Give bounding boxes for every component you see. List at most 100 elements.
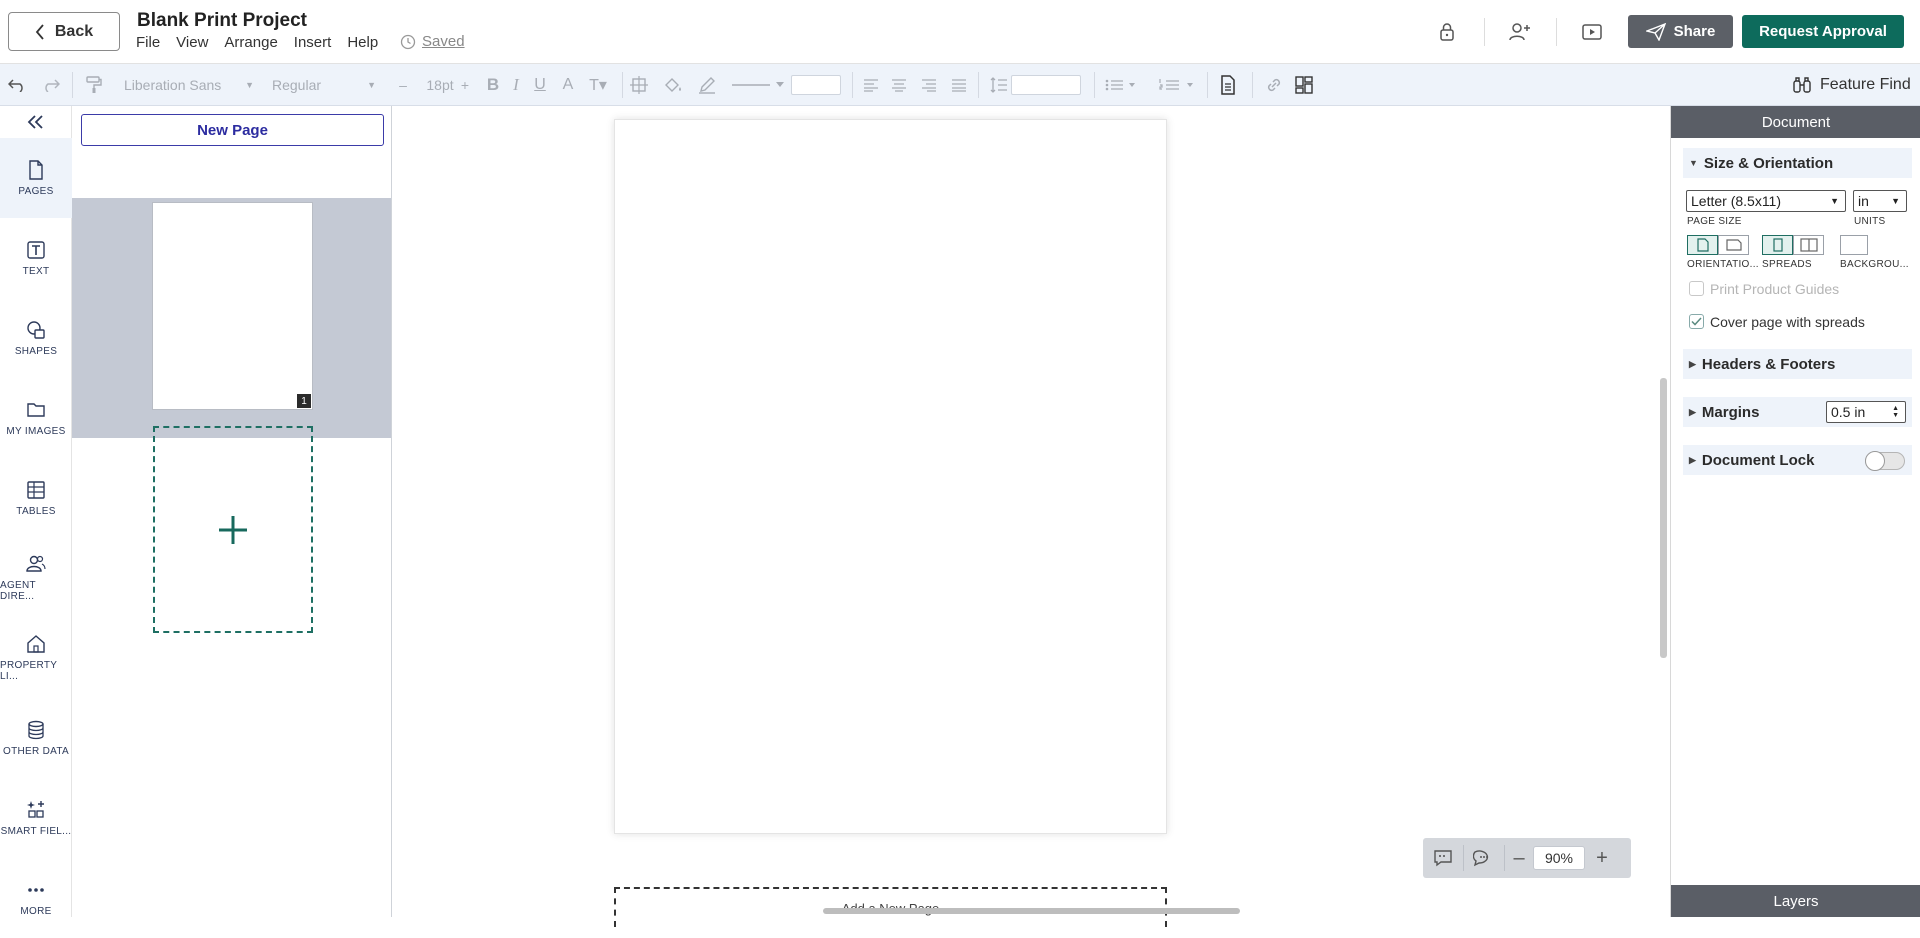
- font-size-decrease-button[interactable]: –: [396, 64, 410, 106]
- rail-item-more[interactable]: MORE: [0, 858, 72, 938]
- page-size-select[interactable]: Letter (8.5x11) ▼: [1686, 190, 1846, 212]
- page-size-label: PAGE SIZE: [1687, 216, 1742, 227]
- fill-color-icon[interactable]: [662, 64, 684, 106]
- zoom-out-button[interactable]: –: [1505, 838, 1533, 878]
- zoom-in-button[interactable]: +: [1585, 838, 1619, 878]
- stroke-color-icon[interactable]: [696, 64, 718, 106]
- font-family-select[interactable]: Liberation Sans ▼: [124, 64, 254, 106]
- layers-panel-tab[interactable]: Layers: [1671, 885, 1920, 917]
- feature-find-label: Feature Find: [1820, 76, 1911, 93]
- line-spacing-icon[interactable]: [988, 64, 1010, 106]
- rail-label: MY IMAGES: [6, 425, 66, 437]
- document-page[interactable]: [614, 119, 1167, 834]
- rail-item-tables[interactable]: TABLES: [0, 458, 72, 538]
- menu-insert[interactable]: Insert: [294, 34, 332, 51]
- rail-item-agent-directory[interactable]: AGENT DIRE...: [0, 538, 72, 618]
- bold-icon[interactable]: B: [484, 64, 502, 106]
- headers-footers-section[interactable]: ▶ Headers & Footers: [1683, 349, 1912, 379]
- units-select[interactable]: in ▼: [1853, 190, 1907, 212]
- layout-grid-icon[interactable]: [1292, 64, 1316, 106]
- bulleted-list-icon[interactable]: [1104, 64, 1138, 106]
- zoom-controls: – 90% +: [1423, 838, 1631, 878]
- menu-help[interactable]: Help: [347, 34, 378, 51]
- units-label: UNITS: [1854, 216, 1886, 227]
- print-guides-checkbox[interactable]: [1689, 281, 1704, 296]
- spread-pages-icon: [1799, 238, 1818, 252]
- rail-item-pages[interactable]: PAGES: [0, 138, 72, 218]
- single-page-button[interactable]: [1762, 235, 1793, 255]
- canvas-area[interactable]: Add a New Page – 90% +: [393, 106, 1670, 927]
- add-new-page-placeholder[interactable]: Add a New Page: [614, 887, 1167, 927]
- landscape-orientation-button[interactable]: [1718, 235, 1749, 255]
- portrait-orientation-button[interactable]: [1687, 235, 1718, 255]
- formatting-toolbar: Liberation Sans ▼ Regular ▼ – 18pt + B I…: [0, 64, 1920, 106]
- document-properties-panel: Document ▼ Size & Orientation Letter (8.…: [1670, 106, 1920, 917]
- italic-icon[interactable]: I: [508, 64, 524, 106]
- font-size-increase-button[interactable]: +: [458, 64, 472, 106]
- underline-icon[interactable]: U: [531, 64, 549, 106]
- saved-label: Saved: [422, 33, 465, 50]
- landscape-icon: [1725, 239, 1742, 251]
- orientation-label: ORIENTATIO...: [1687, 259, 1759, 270]
- numbered-list-icon[interactable]: [1158, 64, 1196, 106]
- toolbar-divider: [852, 72, 853, 98]
- spread-pages-button[interactable]: [1793, 235, 1824, 255]
- menu-arrange[interactable]: Arrange: [224, 34, 277, 51]
- comment-icon[interactable]: [1423, 838, 1463, 878]
- present-icon[interactable]: [1580, 20, 1604, 44]
- font-weight-select[interactable]: Regular ▼: [272, 64, 376, 106]
- text-transform-icon[interactable]: T▾: [586, 64, 610, 106]
- binoculars-icon: [1793, 77, 1811, 93]
- share-button[interactable]: Share: [1628, 15, 1733, 48]
- font-size-value[interactable]: 18pt: [420, 64, 460, 106]
- cover-spreads-checkbox[interactable]: [1689, 314, 1704, 329]
- toolbar-divider: [1207, 72, 1208, 98]
- redo-icon[interactable]: [40, 64, 62, 106]
- crop-icon[interactable]: [628, 64, 650, 106]
- chevron-left-icon: [35, 23, 44, 40]
- saved-status[interactable]: Saved: [400, 33, 465, 50]
- align-center-icon[interactable]: [888, 64, 910, 106]
- size-orientation-section[interactable]: ▼ Size & Orientation: [1683, 148, 1912, 178]
- horizontal-scrollbar[interactable]: [823, 908, 1240, 914]
- line-style-select[interactable]: [730, 64, 786, 106]
- comments-panel-icon[interactable]: [1464, 838, 1504, 878]
- line-width-input[interactable]: [790, 64, 842, 106]
- format-painter-icon[interactable]: [83, 64, 105, 106]
- rail-item-smart-fields[interactable]: SMART FIEL...: [0, 778, 72, 858]
- database-icon: [28, 720, 44, 739]
- add-user-icon[interactable]: [1508, 20, 1532, 44]
- rail-item-shapes[interactable]: SHAPES: [0, 298, 72, 378]
- menu-file[interactable]: File: [136, 34, 160, 51]
- new-page-button[interactable]: New Page: [81, 114, 384, 146]
- lock-icon[interactable]: [1435, 20, 1459, 44]
- document-icon[interactable]: [1216, 64, 1240, 106]
- back-button[interactable]: Back: [8, 12, 120, 51]
- rail-item-property-listings[interactable]: PROPERTY LI...: [0, 618, 72, 698]
- margins-stepper[interactable]: 0.5 in ▲ ▼: [1826, 401, 1906, 423]
- rail-item-my-images[interactable]: MY IMAGES: [0, 378, 72, 458]
- document-lock-toggle[interactable]: [1865, 451, 1905, 471]
- vertical-scrollbar[interactable]: [1660, 378, 1667, 658]
- collapse-chevron-icon[interactable]: [24, 110, 48, 134]
- zoom-value[interactable]: 90%: [1533, 846, 1585, 870]
- request-approval-button[interactable]: Request Approval: [1742, 15, 1904, 48]
- add-page-thumbnail[interactable]: [153, 426, 313, 633]
- background-color-swatch[interactable]: [1840, 235, 1868, 255]
- left-rail: PAGES TEXT SHAPES MY IMAGES TABLES AGENT…: [0, 106, 72, 917]
- feature-find-button[interactable]: Feature Find: [1792, 64, 1911, 106]
- link-icon[interactable]: [1262, 64, 1286, 106]
- rail-item-text[interactable]: TEXT: [0, 218, 72, 298]
- rail-item-other-data[interactable]: OTHER DATA: [0, 698, 72, 778]
- page-size-value: Letter (8.5x11): [1691, 193, 1782, 209]
- align-right-icon[interactable]: [918, 64, 940, 106]
- undo-icon[interactable]: [6, 64, 28, 106]
- line-spacing-input[interactable]: [1010, 64, 1082, 106]
- triangle-down-icon: ▼: [1689, 158, 1698, 168]
- align-left-icon[interactable]: [860, 64, 882, 106]
- page-thumbnail[interactable]: 1: [152, 202, 313, 410]
- menu-view[interactable]: View: [176, 34, 208, 51]
- rail-label: PAGES: [18, 185, 54, 197]
- text-color-icon[interactable]: A: [559, 64, 577, 106]
- align-justify-icon[interactable]: [948, 64, 970, 106]
